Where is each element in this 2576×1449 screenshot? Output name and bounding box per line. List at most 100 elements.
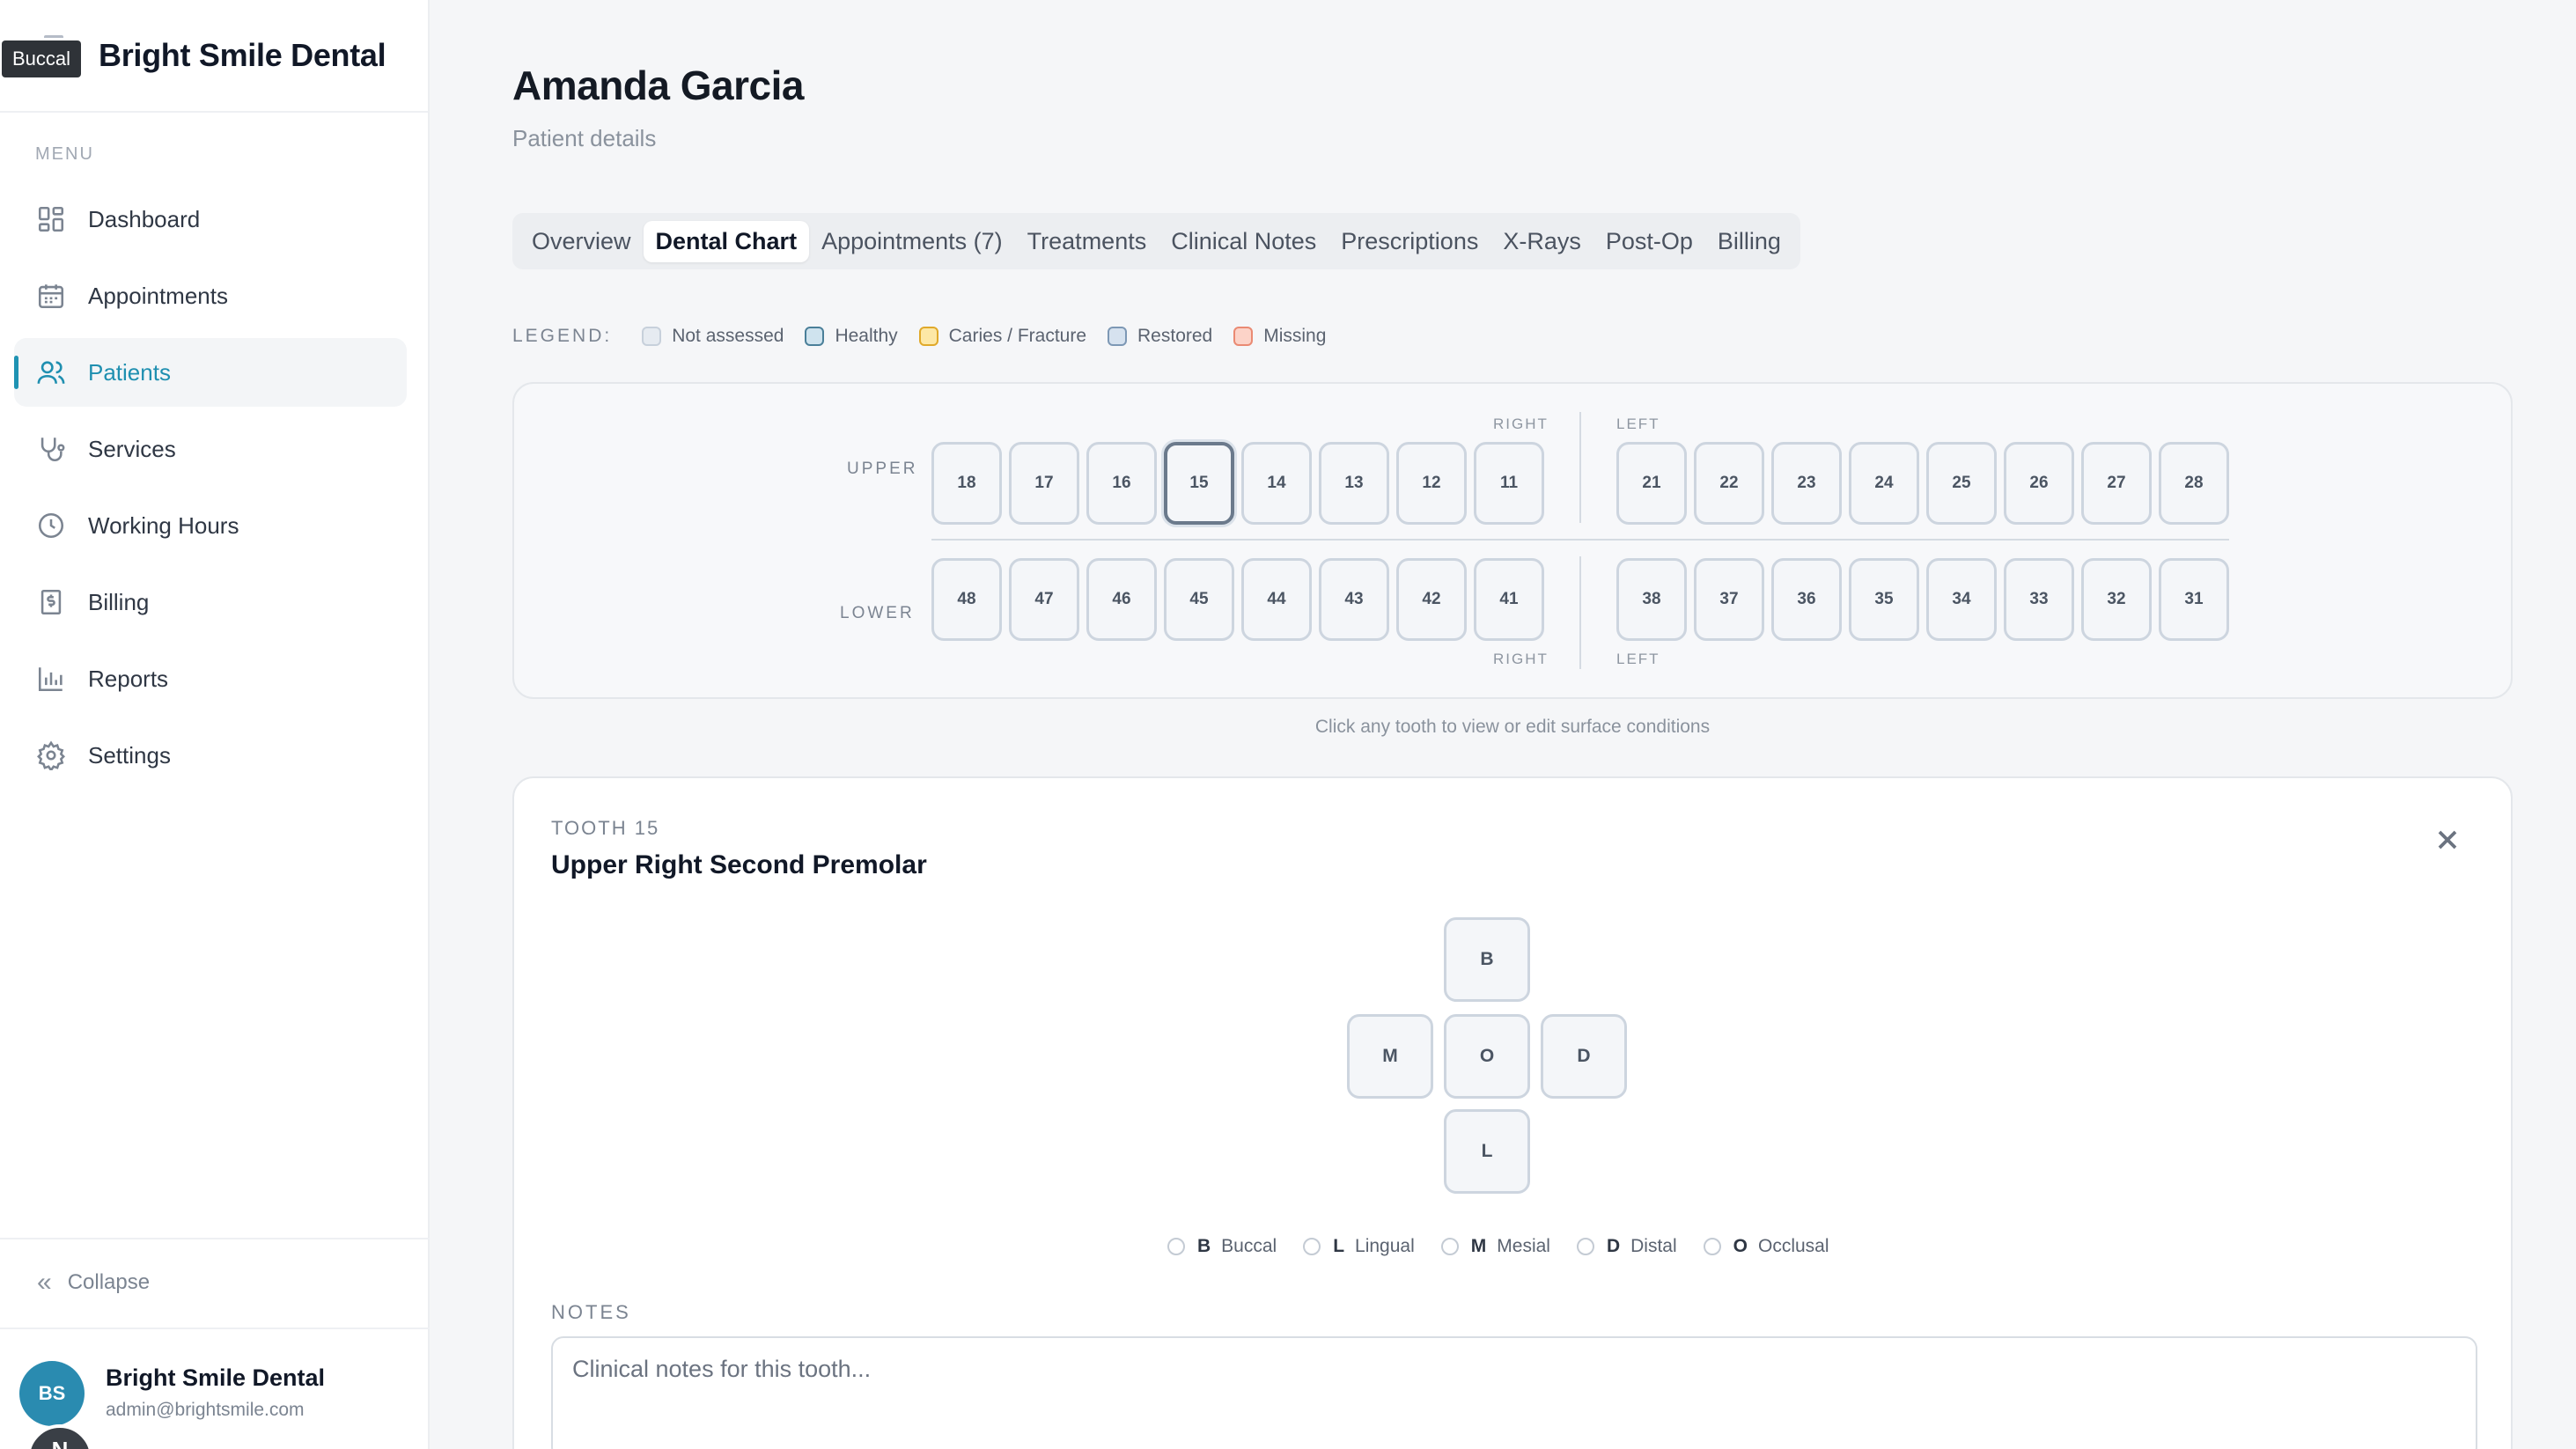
surface-option-lingual[interactable]: L Lingual [1303, 1236, 1415, 1257]
tooth-15[interactable]: 15 [1164, 442, 1234, 525]
tooth-32[interactable]: 32 [2081, 558, 2152, 641]
surface-option-occlusal[interactable]: O Occlusal [1703, 1236, 1829, 1257]
sidebar-item-label: Reports [88, 665, 169, 692]
tab-dental-chart[interactable]: Dental Chart [643, 220, 810, 262]
tooth-18[interactable]: 18 [931, 442, 1002, 525]
page-title: Amanda Garcia [512, 63, 804, 108]
sidebar-item-reports[interactable]: Reports [14, 644, 407, 713]
close-button[interactable] [2432, 824, 2463, 856]
tooth-16[interactable]: 16 [1086, 442, 1157, 525]
tooth-27[interactable]: 27 [2081, 442, 2152, 525]
surface-option-distal[interactable]: D Distal [1576, 1236, 1677, 1257]
lower-row-label: LOWER [840, 604, 915, 622]
tooth-22[interactable]: 22 [1694, 442, 1764, 525]
tooth-12[interactable]: 12 [1396, 442, 1467, 525]
sidebar-item-settings[interactable]: Settings [14, 721, 407, 790]
surface-name: Occlusal [1757, 1236, 1829, 1256]
sidebar-item-services[interactable]: Services [14, 415, 407, 483]
sidebar-item-label: Working Hours [88, 511, 239, 539]
radio-icon[interactable] [1440, 1238, 1459, 1255]
sidebar-item-appointments[interactable]: Appointments [14, 261, 407, 330]
bar-chart-icon [35, 663, 67, 695]
surface-buccal[interactable]: B [1444, 917, 1530, 1002]
radio-icon[interactable] [1303, 1238, 1321, 1255]
tooth-17[interactable]: 17 [1009, 442, 1079, 525]
tooth-24[interactable]: 24 [1849, 442, 1919, 525]
sidebar-item-patients[interactable]: Patients [14, 338, 407, 407]
upper-row-label: UPPER [847, 460, 918, 478]
tooth-35[interactable]: 35 [1849, 558, 1919, 641]
tooth-37[interactable]: 37 [1694, 558, 1764, 641]
clock-icon [35, 510, 67, 541]
sidebar-item-dashboard[interactable]: Dashboard [14, 185, 407, 254]
legend-item: Caries / Fracture [918, 326, 1086, 347]
notes-textarea[interactable] [551, 1336, 2477, 1449]
tab-post-op[interactable]: Post-Op [1593, 221, 1705, 262]
tab-treatments[interactable]: Treatments [1015, 221, 1159, 262]
tooth-41[interactable]: 41 [1474, 558, 1544, 641]
tooth-11[interactable]: 11 [1474, 442, 1544, 525]
surface-mesial[interactable]: M [1347, 1014, 1433, 1099]
radio-icon[interactable] [1703, 1238, 1721, 1255]
chevrons-left-icon: « [37, 1268, 52, 1297]
upper-right-label: RIGHT [1493, 416, 1549, 432]
tooth-46[interactable]: 46 [1086, 558, 1157, 641]
tab-x-rays[interactable]: X-Rays [1490, 221, 1593, 262]
tooth-47[interactable]: 47 [1009, 558, 1079, 641]
legend-swatch [805, 327, 825, 346]
legend-item: Missing [1233, 326, 1326, 347]
tooth-21[interactable]: 21 [1616, 442, 1687, 525]
lower-right-label: RIGHT [1493, 651, 1549, 667]
tab-overview[interactable]: Overview [519, 221, 644, 262]
tab-clinical-notes[interactable]: Clinical Notes [1159, 221, 1328, 262]
tooth-23[interactable]: 23 [1771, 442, 1842, 525]
tooth-38[interactable]: 38 [1616, 558, 1687, 641]
user-profile[interactable]: BS N Bright Smile Dental admin@brightsmi… [0, 1328, 430, 1449]
legend-items: Not assessed Healthy Caries / Fracture Rest… [642, 326, 1347, 347]
surface-code: M [1470, 1236, 1487, 1256]
user-name: Bright Smile Dental [106, 1364, 326, 1391]
legend-title: LEGEND: [512, 326, 613, 346]
tooth-36[interactable]: 36 [1771, 558, 1842, 641]
tab-prescriptions[interactable]: Prescriptions [1328, 221, 1490, 262]
tooth-28[interactable]: 28 [2159, 442, 2229, 525]
surface-option-mesial[interactable]: M Mesial [1440, 1236, 1550, 1257]
tab-appointments[interactable]: Appointments (7) [809, 221, 1015, 262]
surface-lingual[interactable]: L [1444, 1109, 1530, 1194]
sidebar-item-working-hours[interactable]: Working Hours [14, 491, 407, 560]
surface-distal[interactable]: D [1541, 1014, 1627, 1099]
calendar-icon [35, 280, 67, 312]
invoice-icon [35, 586, 67, 618]
sidebar-item-label: Billing [88, 588, 150, 615]
tooth-44[interactable]: 44 [1241, 558, 1312, 641]
surface-code: O [1733, 1236, 1748, 1256]
tooth-14[interactable]: 14 [1241, 442, 1312, 525]
radio-icon[interactable] [1167, 1238, 1185, 1255]
sidebar-item-label: Patients [88, 358, 171, 386]
main-content: Amanda Garcia Patient details Overview D… [431, 0, 2576, 1449]
menu-label: MENU [35, 144, 94, 164]
collapse-button[interactable]: « Collapse [0, 1238, 430, 1326]
tooth-25[interactable]: 25 [1926, 442, 1997, 525]
midline-divider [1579, 412, 1581, 523]
stethoscope-icon [35, 433, 67, 465]
surface-occlusal[interactable]: O [1444, 1014, 1530, 1099]
radio-icon[interactable] [1576, 1238, 1594, 1255]
surface-name: Buccal [1221, 1236, 1277, 1256]
tooth-31[interactable]: 31 [2159, 558, 2229, 641]
sidebar-item-billing[interactable]: Billing [14, 568, 407, 636]
tooth-34[interactable]: 34 [1926, 558, 1997, 641]
tab-billing[interactable]: Billing [1705, 221, 1793, 262]
tooth-26[interactable]: 26 [2004, 442, 2074, 525]
tooth-33[interactable]: 33 [2004, 558, 2074, 641]
tooth-43[interactable]: 43 [1319, 558, 1389, 641]
secondary-avatar[interactable]: N [26, 1424, 93, 1449]
upper-left-label: LEFT [1616, 416, 1660, 432]
users-icon [35, 357, 67, 388]
tooth-13[interactable]: 13 [1319, 442, 1389, 525]
tooth-42[interactable]: 42 [1396, 558, 1467, 641]
tooth-48[interactable]: 48 [931, 558, 1002, 641]
surface-name: Distal [1630, 1236, 1677, 1256]
tooth-45[interactable]: 45 [1164, 558, 1234, 641]
surface-option-buccal[interactable]: B Buccal [1167, 1236, 1277, 1257]
